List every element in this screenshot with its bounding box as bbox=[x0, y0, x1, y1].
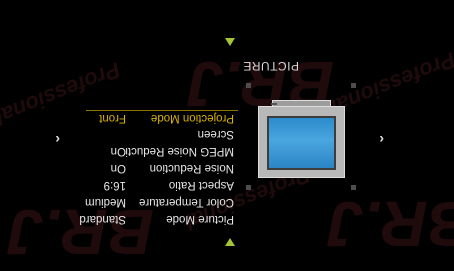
arrow-up-icon[interactable] bbox=[225, 38, 235, 46]
menu-item-screen[interactable]: Screen bbox=[84, 127, 234, 140]
menu-item-value: 16:9 bbox=[103, 179, 126, 191]
corner-marker bbox=[246, 83, 251, 88]
arrow-down-icon[interactable] bbox=[225, 238, 235, 246]
menu-item-picture-mode[interactable]: Picture Mode Standard bbox=[79, 212, 234, 225]
menu-item-value: Medium bbox=[85, 196, 126, 208]
tv-icon bbox=[258, 98, 345, 178]
screen: BR.J BR.J BR.J Professional Professional… bbox=[0, 0, 454, 271]
chevron-left-icon[interactable]: ‹ bbox=[379, 132, 384, 148]
menu-item-label: Noise Reduction bbox=[149, 162, 234, 174]
menu-item-label: Color Temperature bbox=[138, 196, 234, 208]
menu-item-noise-reduction[interactable]: Noise Reduction On bbox=[84, 161, 234, 174]
menu-item-label: Projection Mode bbox=[150, 112, 234, 124]
tv-stand bbox=[272, 100, 331, 107]
menu-item-value: Standard bbox=[79, 213, 126, 225]
menu-item-aspect-ratio[interactable]: Aspect Ratio 16:9 bbox=[84, 178, 234, 191]
menu-item-color-temperature[interactable]: Color Temperature Medium bbox=[84, 195, 234, 208]
corner-marker bbox=[351, 185, 356, 190]
menu-item-value: Front bbox=[99, 112, 126, 124]
menu-title: PICTURE bbox=[242, 59, 299, 73]
menu-item-projection-mode[interactable]: Projection Mode Front bbox=[84, 111, 234, 124]
tv-indicator bbox=[271, 103, 277, 105]
watermark-tagline: Professional bbox=[327, 47, 454, 120]
menu-item-value: On bbox=[110, 145, 126, 157]
menu-item-label: Picture Mode bbox=[166, 213, 234, 225]
tv-screen bbox=[267, 116, 336, 170]
chevron-right-icon[interactable]: ‹ bbox=[55, 132, 60, 148]
menu-item-label: Aspect Ratio bbox=[168, 179, 234, 191]
watermark-logo: BR.J bbox=[328, 188, 454, 260]
menu-item-value: On bbox=[110, 162, 126, 174]
menu-item-label: Screen bbox=[197, 128, 234, 140]
corner-marker bbox=[351, 83, 356, 88]
menu-item-label: MPEG Noise Reducti bbox=[125, 145, 234, 157]
menu-item-mpeg-noise-reduction[interactable]: MPEG Noise Reducti On bbox=[84, 144, 234, 157]
osd-menu: BR.J BR.J BR.J Professional Professional… bbox=[0, 0, 454, 271]
corner-marker bbox=[246, 185, 251, 190]
